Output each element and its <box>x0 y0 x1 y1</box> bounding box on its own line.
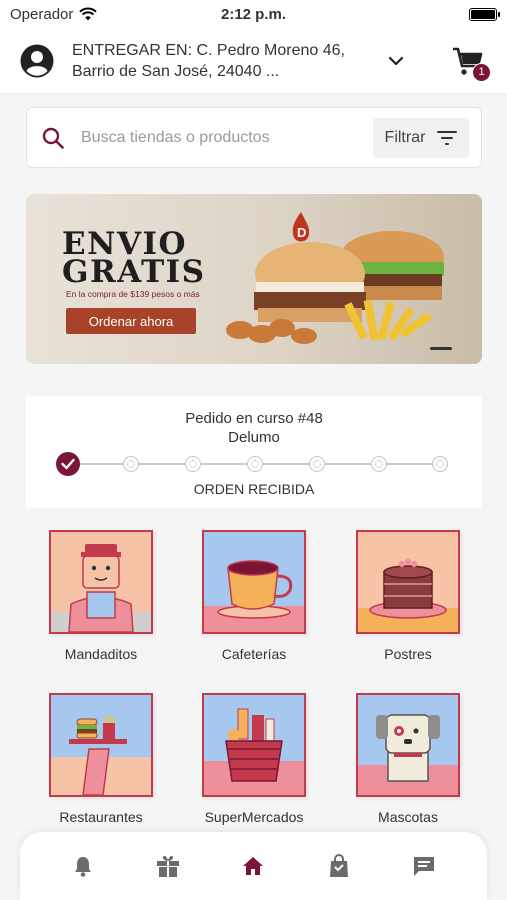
gift-icon <box>157 855 180 877</box>
shopping-bag-icon <box>329 854 348 877</box>
cake-icon <box>358 559 458 632</box>
category-label: Restaurantes <box>59 809 143 825</box>
cart-count-badge: 1 <box>472 62 491 82</box>
category-postres[interactable]: Postres <box>353 530 463 662</box>
delivery-address[interactable]: ENTREGAR EN: C. Pedro Moreno 46, Barrio … <box>72 40 372 82</box>
address-dropdown-button[interactable] <box>384 49 408 73</box>
category-tile <box>49 693 153 797</box>
banner-title-line-2: GRATIS <box>62 254 206 290</box>
bell-icon <box>74 857 91 877</box>
nav-messages[interactable] <box>404 846 444 886</box>
address-line-1: ENTREGAR EN: C. Pedro Moreno 46, <box>72 41 345 59</box>
checkmark-icon <box>61 458 75 470</box>
nav-notifications[interactable] <box>63 846 103 886</box>
carrier-group: Operador <box>10 5 98 23</box>
order-now-button[interactable]: Ordenar ahora <box>66 308 196 334</box>
nav-promotions[interactable] <box>148 846 188 886</box>
address-line-2: Barrio de San José, 24040 ... <box>72 62 280 80</box>
category-mandaditos[interactable]: Mandaditos <box>46 530 156 662</box>
home-icon <box>243 857 264 875</box>
dog-icon <box>358 714 458 795</box>
search-icon <box>42 127 64 149</box>
delivery-person-icon <box>51 544 151 632</box>
step-pending-icon <box>309 456 325 472</box>
carrier-name: Operador <box>10 5 74 23</box>
carousel-indicator[interactable] <box>430 347 452 350</box>
order-tracker[interactable]: Pedido en curso #48 Delumo ORDEN RECIBID… <box>26 396 482 508</box>
step-pending-icon <box>123 456 139 472</box>
promo-banner[interactable]: ENVIO GRATIS En la compra de $139 pesos … <box>26 194 482 364</box>
nav-orders[interactable] <box>319 846 359 886</box>
category-tile <box>356 530 460 634</box>
burger-fries-image: D <box>226 212 444 344</box>
category-label: Postres <box>384 646 432 662</box>
filter-label: Filtrar <box>384 128 426 146</box>
category-tile <box>202 693 306 797</box>
category-mascotas[interactable]: Mascotas <box>353 693 463 825</box>
filter-button[interactable]: Filtrar <box>373 117 469 158</box>
order-status: ORDEN RECIBIDA <box>193 481 315 497</box>
category-supermercados[interactable]: SuperMercados <box>199 693 309 825</box>
status-bar: Operador 2:12 p.m. <box>0 0 507 28</box>
user-avatar-icon[interactable] <box>20 44 54 78</box>
order-title: Pedido en curso #48 <box>185 410 323 427</box>
header: ENTREGAR EN: C. Pedro Moreno 46, Barrio … <box>0 28 507 94</box>
category-label: Cafeterías <box>221 646 287 662</box>
banner-logo-letter: D <box>297 225 306 240</box>
step-pending-icon <box>247 456 263 472</box>
grocery-basket-icon <box>204 708 304 795</box>
category-label: SuperMercados <box>204 809 304 825</box>
bottom-nav <box>20 832 487 900</box>
step-pending-icon <box>371 456 387 472</box>
battery-icon <box>469 7 500 21</box>
category-tile <box>202 530 306 634</box>
category-restaurantes[interactable]: Restaurantes <box>46 693 156 825</box>
category-label: Mascotas <box>378 809 438 825</box>
banner-subtitle: En la compra de $139 pesos o más <box>66 289 200 299</box>
step-pending-icon <box>185 456 201 472</box>
food-tray-icon <box>51 715 151 795</box>
banner-title: ENVIO GRATIS <box>62 229 232 290</box>
step-completed-icon <box>56 452 80 476</box>
filter-icon <box>437 130 458 145</box>
chat-icon <box>414 857 435 876</box>
category-tile <box>49 530 153 634</box>
order-progress <box>56 452 448 476</box>
coffee-cup-icon <box>204 560 304 632</box>
chevron-down-icon <box>388 56 404 65</box>
category-label: Mandaditos <box>64 646 138 662</box>
step-pending-icon <box>432 456 448 472</box>
category-tile <box>356 693 460 797</box>
category-cafeterias[interactable]: Cafeterías <box>199 530 309 662</box>
cart-button[interactable]: 1 <box>451 44 491 82</box>
order-store-name: Delumo <box>228 429 280 446</box>
wifi-icon <box>79 7 98 21</box>
search-bar: Filtrar <box>26 107 482 168</box>
search-input[interactable] <box>81 128 351 147</box>
nav-home[interactable] <box>233 846 273 886</box>
